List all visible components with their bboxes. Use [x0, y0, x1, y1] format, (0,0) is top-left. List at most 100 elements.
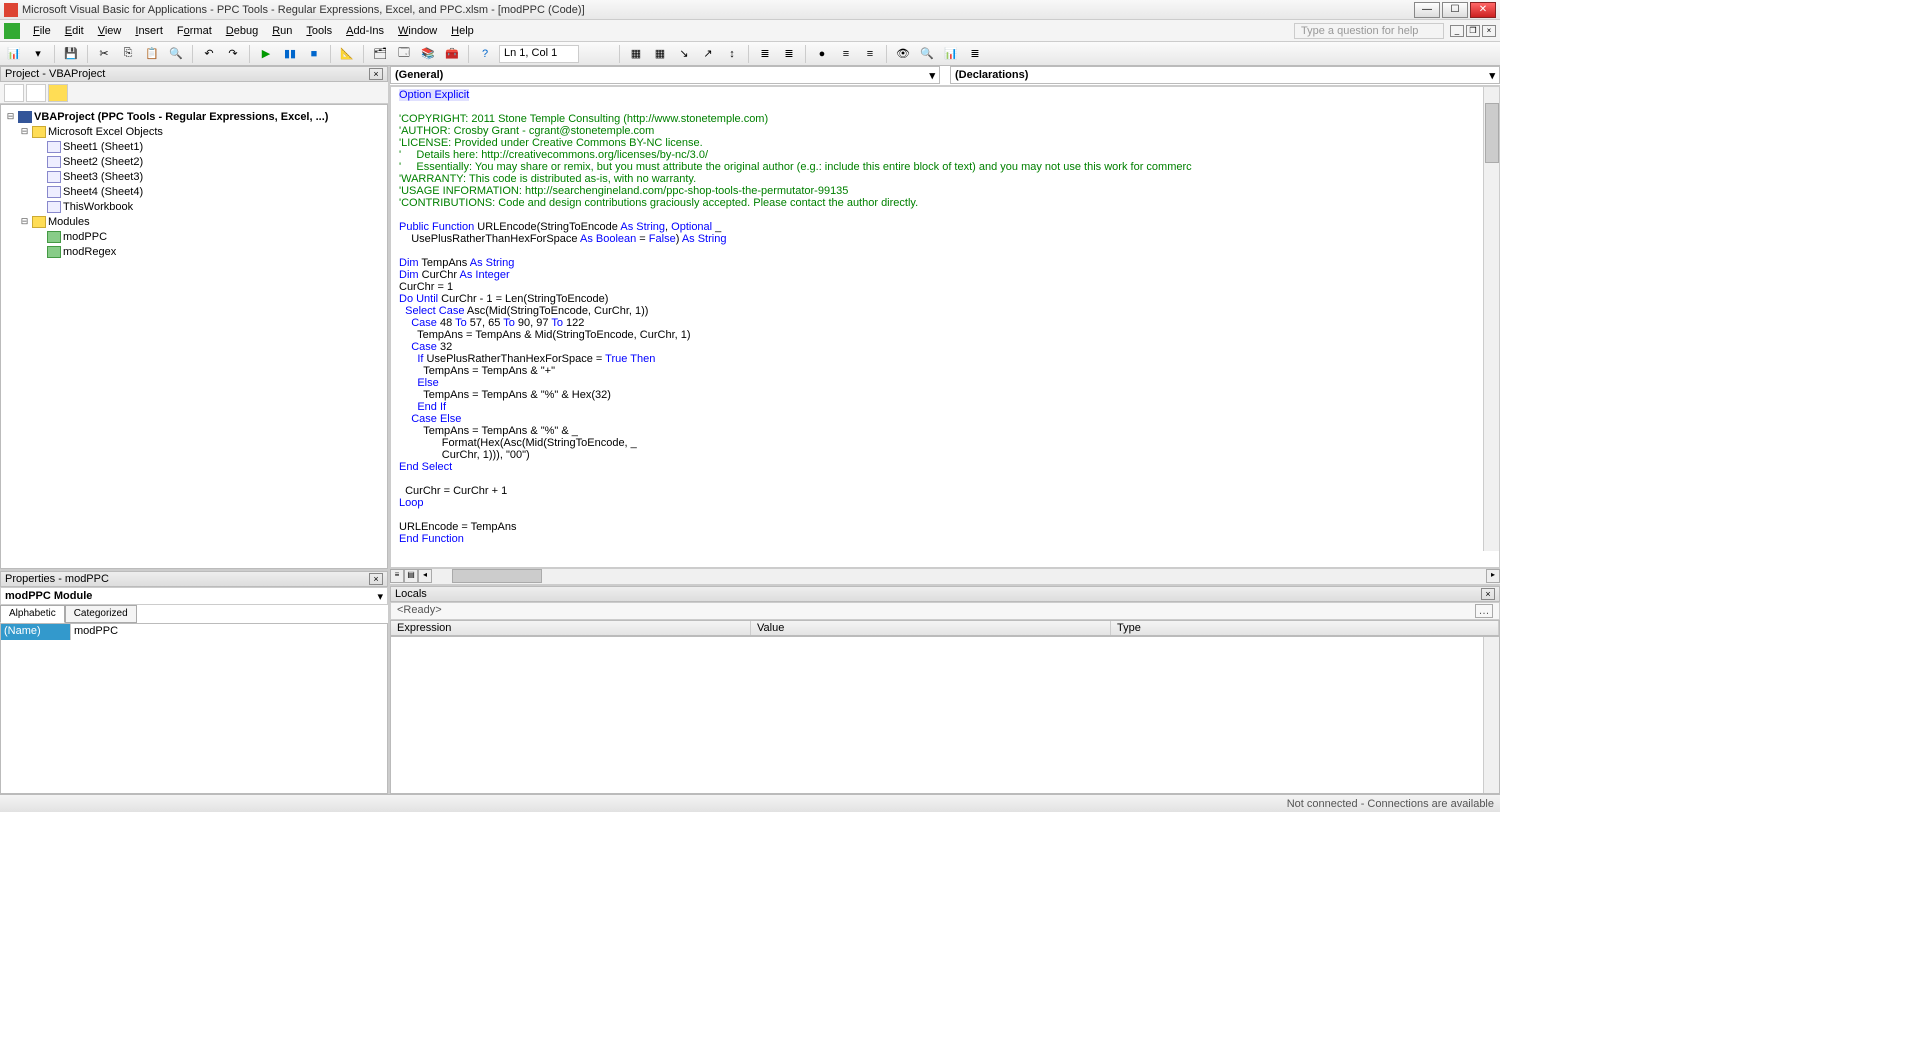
menu-debug[interactable]: Debug — [219, 23, 265, 39]
tree-item[interactable]: Sheet4 (Sheet4) — [5, 184, 383, 199]
menu-format[interactable]: Format — [170, 23, 219, 39]
properties-close-button[interactable]: × — [369, 573, 383, 585]
window-title: Microsoft Visual Basic for Applications … — [22, 4, 1414, 16]
debug-tb-6[interactable]: ≣ — [755, 44, 775, 64]
project-tree[interactable]: ⊟VBAProject (PPC Tools - Regular Express… — [0, 104, 388, 569]
properties-window-button[interactable]: 🗔 — [394, 44, 414, 64]
menu-bar: File Edit View Insert Format Debug Run T… — [0, 20, 1500, 42]
standard-toolbar: 📊 ▾ 💾 ✂ ⎘ 📋 🔍 ↶ ↷ ▶ ▮▮ ■ 📐 🗂 🗔 📚 🧰 ? Ln … — [0, 42, 1500, 66]
tree-item[interactable]: Sheet1 (Sheet1) — [5, 139, 383, 154]
col-expression[interactable]: Expression — [391, 621, 751, 635]
full-module-view-button[interactable]: ▤ — [404, 569, 418, 583]
menu-edit[interactable]: Edit — [58, 23, 91, 39]
run-button[interactable]: ▶ — [256, 44, 276, 64]
locals-callstack-button[interactable]: … — [1475, 604, 1493, 618]
tab-alphabetic[interactable]: Alphabetic — [0, 605, 65, 623]
locals-vscroll[interactable] — [1483, 637, 1499, 793]
debug-tb-1[interactable]: ▦ — [626, 44, 646, 64]
debug-tb-11[interactable]: 👁 — [893, 44, 913, 64]
debug-tb-10[interactable]: ≡ — [860, 44, 880, 64]
tree-item[interactable]: modRegex — [5, 244, 383, 259]
code-editor[interactable]: Option Explicit 'COPYRIGHT: 2011 Stone T… — [390, 86, 1500, 568]
undo-button[interactable]: ↶ — [199, 44, 219, 64]
menu-window[interactable]: Window — [391, 23, 444, 39]
view-code-button[interactable] — [4, 84, 24, 102]
menu-run[interactable]: Run — [265, 23, 299, 39]
cursor-position: Ln 1, Col 1 — [499, 45, 579, 63]
worksheet-icon — [47, 201, 61, 213]
prop-name-value[interactable]: modPPC — [71, 624, 387, 640]
locals-body[interactable] — [390, 636, 1500, 794]
menu-view[interactable]: View — [91, 23, 129, 39]
paste-button[interactable]: 📋 — [142, 44, 162, 64]
tree-item[interactable]: Sheet2 (Sheet2) — [5, 154, 383, 169]
menu-tools[interactable]: Tools — [299, 23, 339, 39]
toolbox-button[interactable]: 🧰 — [442, 44, 462, 64]
design-mode-button[interactable]: 📐 — [337, 44, 357, 64]
copy-button[interactable]: ⎘ — [118, 44, 138, 64]
hscroll-track[interactable] — [432, 569, 1486, 584]
debug-tb-7[interactable]: ≣ — [779, 44, 799, 64]
properties-object-combo[interactable]: modPPC Module ▾ — [0, 587, 388, 605]
project-explorer-button[interactable]: 🗂 — [370, 44, 390, 64]
tab-categorized[interactable]: Categorized — [65, 605, 137, 623]
close-button[interactable]: ✕ — [1470, 2, 1496, 18]
properties-pane: Properties - modPPC × modPPC Module ▾ Al… — [0, 569, 388, 794]
break-button[interactable]: ▮▮ — [280, 44, 300, 64]
help-search[interactable]: Type a question for help — [1294, 23, 1444, 39]
mdi-restore[interactable]: ❐ — [1466, 25, 1480, 37]
toggle-folders-button[interactable] — [48, 84, 68, 102]
debug-tb-13[interactable]: 📊 — [941, 44, 961, 64]
tree-item[interactable]: ThisWorkbook — [5, 199, 383, 214]
find-button[interactable]: 🔍 — [166, 44, 186, 64]
properties-grid[interactable]: (Name) modPPC — [0, 623, 388, 794]
col-type[interactable]: Type — [1111, 621, 1499, 635]
debug-tb-9[interactable]: ≡ — [836, 44, 856, 64]
procedure-view-button[interactable]: ≡ — [390, 569, 404, 583]
insert-button[interactable]: ▾ — [28, 44, 48, 64]
menu-insert[interactable]: Insert — [128, 23, 170, 39]
view-object-button[interactable] — [26, 84, 46, 102]
tree-item[interactable]: Sheet3 (Sheet3) — [5, 169, 383, 184]
debug-tb-14[interactable]: ≣ — [965, 44, 985, 64]
redo-button[interactable]: ↷ — [223, 44, 243, 64]
debug-tb-2[interactable]: ▦ — [650, 44, 670, 64]
scroll-left-button[interactable]: ◂ — [418, 569, 432, 583]
locals-pane: Locals × <Ready> … Expression Value Type — [390, 584, 1500, 794]
debug-tb-12[interactable]: 🔍 — [917, 44, 937, 64]
cut-button[interactable]: ✂ — [94, 44, 114, 64]
worksheet-icon — [47, 141, 61, 153]
tree-item[interactable]: modPPC — [5, 229, 383, 244]
reset-button[interactable]: ■ — [304, 44, 324, 64]
excel-icon — [4, 23, 20, 39]
debug-tb-3[interactable]: ↘ — [674, 44, 694, 64]
help-button[interactable]: ? — [475, 44, 495, 64]
menu-help[interactable]: Help — [444, 23, 481, 39]
debug-tb-8[interactable]: ● — [812, 44, 832, 64]
locals-header: Locals × — [390, 586, 1500, 602]
procedure-combo[interactable]: (Declarations)▾ — [950, 66, 1500, 84]
project-close-button[interactable]: × — [369, 68, 383, 80]
col-value[interactable]: Value — [751, 621, 1111, 635]
vba-icon — [4, 3, 18, 17]
object-combo[interactable]: (General)▾ — [390, 66, 940, 84]
properties-header: Properties - modPPC × — [0, 571, 388, 587]
worksheet-icon — [47, 186, 61, 198]
folder-icon — [32, 126, 46, 138]
maximize-button[interactable]: ☐ — [1442, 2, 1468, 18]
minimize-button[interactable]: — — [1414, 2, 1440, 18]
vertical-scrollbar[interactable] — [1483, 87, 1499, 551]
mdi-close[interactable]: × — [1482, 25, 1496, 37]
locals-close-button[interactable]: × — [1481, 588, 1495, 600]
debug-tb-5[interactable]: ↕ — [722, 44, 742, 64]
menu-file[interactable]: File — [26, 23, 58, 39]
object-browser-button[interactable]: 📚 — [418, 44, 438, 64]
project-toolbar — [0, 82, 388, 104]
scroll-right-button[interactable]: ▸ — [1486, 569, 1500, 583]
menu-addins[interactable]: Add-Ins — [339, 23, 391, 39]
save-button[interactable]: 💾 — [61, 44, 81, 64]
debug-tb-4[interactable]: ↗ — [698, 44, 718, 64]
view-excel-button[interactable]: 📊 — [4, 44, 24, 64]
mdi-minimize[interactable]: _ — [1450, 25, 1464, 37]
prop-name-key: (Name) — [1, 624, 71, 640]
